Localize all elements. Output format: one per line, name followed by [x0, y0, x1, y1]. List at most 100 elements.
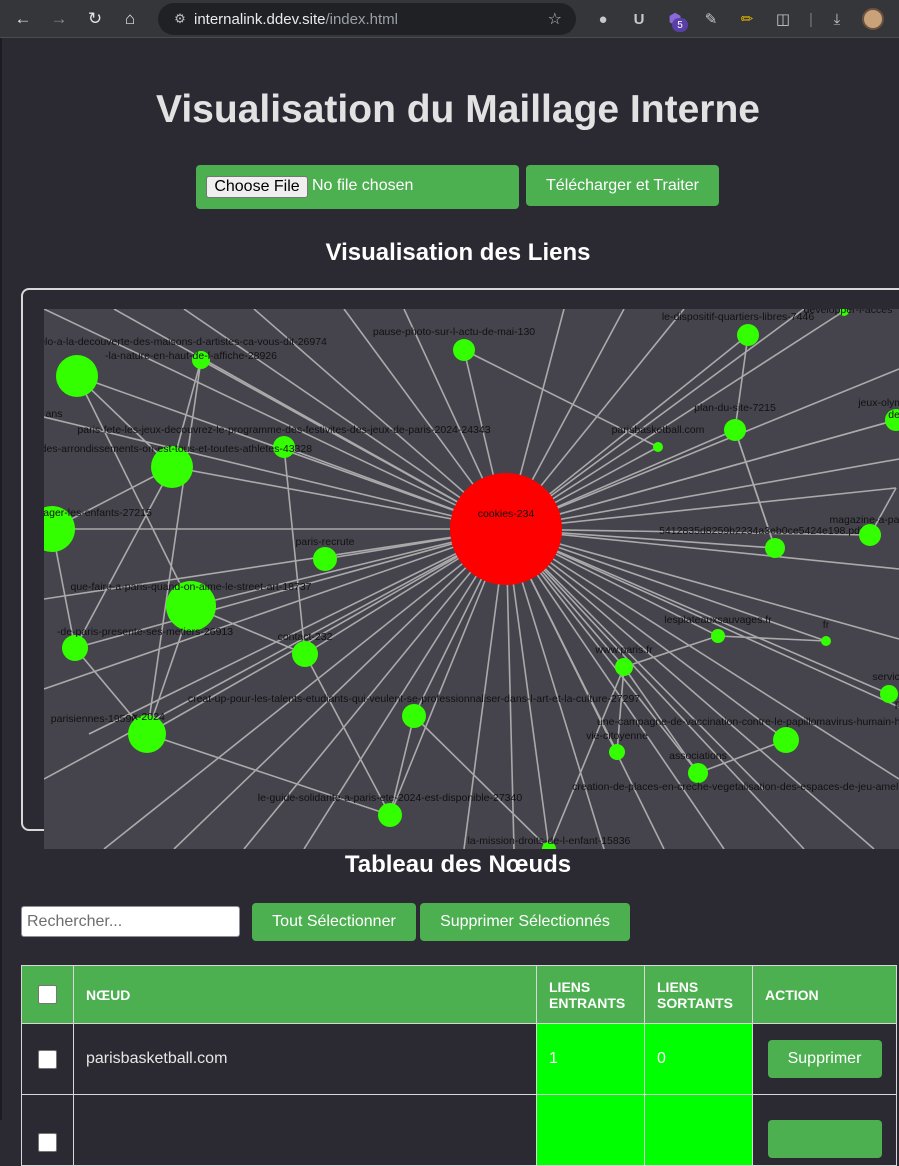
eyedropper-extension-icon[interactable]: ✎ [696, 0, 726, 38]
header-incoming-links[interactable]: Liens Entrants [536, 965, 645, 1024]
header-select-all[interactable] [21, 965, 74, 1024]
graph-node[interactable] [773, 727, 799, 753]
node-label: la-mission-droits-de-l-enfant-15836 [468, 835, 631, 847]
css-extension-icon[interactable]: ✏ [732, 0, 762, 38]
node-label: pause-photo-sur-l-actu-de-mai-130 [373, 326, 535, 338]
graph-node[interactable] [737, 324, 759, 346]
table-section-title: Tableau des Nœuds [344, 851, 572, 878]
header-node[interactable]: Nœud [73, 965, 537, 1024]
delete-selected-button[interactable]: Supprimer Sélectionnés [420, 903, 630, 941]
node-label: creat-up-pour-les-talents-etudiants-qui-… [188, 693, 640, 705]
node-label: creation-de-places-en-creche-vegetalisat… [572, 781, 899, 793]
graph-section-title: Visualisation des Liens [325, 239, 591, 266]
graph-link [505, 528, 890, 695]
incoming-count: 1 [536, 1023, 645, 1095]
node-label: ide-a-velo-a-la-decouverte-des-maisons-d… [44, 336, 327, 348]
browser-toolbar: ← → ↻ ⌂ ⚙ internalink.ddev.site/index.ht… [0, 0, 899, 38]
node-label: des-cours-d [888, 409, 899, 421]
node-label: lesplateauxsauvages.fr [664, 614, 772, 626]
url-host: internalink.ddev.site [194, 10, 326, 28]
bookmark-star-icon[interactable]: ☆ [548, 9, 562, 29]
node-label: s-des-arrondissements-on-est-tous-et-tou… [44, 443, 312, 455]
node-label: vie-citoyenne [586, 730, 648, 742]
node-label: parisiennes-19596 [51, 713, 138, 725]
header-outgoing-links[interactable]: Liens Sortants [644, 965, 753, 1024]
back-icon[interactable]: ← [7, 0, 39, 38]
downloads-icon[interactable]: ⤓ [822, 0, 852, 38]
outgoing-count [644, 1094, 753, 1166]
node-label: paris-fete-les-jeux-decouvrez-le-program… [77, 424, 490, 436]
u-extension-icon[interactable]: U [624, 0, 654, 38]
graph-node[interactable] [615, 658, 633, 676]
file-status: No file chosen [312, 177, 414, 194]
upload-button[interactable]: Télécharger et Traiter [526, 165, 719, 206]
graph-node[interactable] [402, 704, 426, 728]
file-input[interactable]: Choose File No file chosen [196, 165, 519, 209]
node-label: pl [895, 698, 899, 710]
camera-extension-icon[interactable]: ● [588, 0, 618, 38]
choose-file-button[interactable]: Choose File [206, 176, 308, 198]
table-row: parisbasketball.com 1 0 Supprimer [21, 1023, 897, 1095]
address-bar[interactable]: ⚙ internalink.ddev.site/index.html ☆ [158, 3, 576, 35]
extensions-puzzle-icon[interactable]: ◫ [768, 0, 798, 38]
graph-node[interactable] [765, 538, 785, 558]
header-action: Action [752, 965, 897, 1024]
node-label: oyager-les-enfants-27215 [44, 507, 152, 519]
graph-link [44, 528, 507, 690]
select-all-button[interactable]: Tout Sélectionner [252, 903, 416, 941]
node-label: que-faire-a-paris-quand-on-aime-le-stree… [70, 581, 311, 593]
graph-node[interactable] [292, 641, 318, 667]
page-title: Visualisation du Maillage Interne [156, 88, 760, 131]
node-name [73, 1094, 537, 1166]
graph-node[interactable] [56, 355, 98, 397]
nodes-table: Nœud Liens Entrants Liens Sortants Actio… [21, 965, 897, 1166]
home-icon[interactable]: ⌂ [114, 0, 146, 38]
site-info-icon[interactable]: ⚙ [166, 11, 194, 27]
graph-link [505, 310, 845, 530]
graph-node[interactable] [859, 524, 881, 546]
graph-node[interactable] [821, 636, 831, 646]
node-label: 5412835d8259b2234a3eb0ce5424e198.pdf [659, 525, 863, 537]
node-label: fr [823, 619, 830, 631]
graph-node[interactable] [711, 629, 725, 643]
window-edge [0, 38, 2, 1120]
search-input[interactable] [21, 906, 240, 937]
incoming-count [536, 1094, 645, 1166]
node-label: contact-232 [278, 631, 333, 643]
graph-link [44, 528, 507, 780]
graph-node[interactable] [62, 635, 88, 661]
graph-node[interactable] [688, 763, 708, 783]
graph-link [505, 419, 897, 530]
action-cell: Supprimer [752, 1023, 897, 1095]
node-name: parisbasketball.com [73, 1023, 537, 1095]
link-graph[interactable]: cookies-234 pause-photo-sur-l-actu-de-mai… [44, 309, 899, 849]
graph-node[interactable] [378, 803, 402, 827]
delete-row-button[interactable]: Supprimer [767, 1040, 882, 1078]
node-label: service [872, 671, 899, 683]
graph-node[interactable] [724, 419, 746, 441]
table-header-row: Nœud Liens Entrants Liens Sortants Actio… [21, 965, 897, 1024]
node-label: le-guide-solidarite-a-paris-ete-2024-est… [258, 792, 523, 804]
node-label: une-campagne-de-vaccination-contre-le-pa… [597, 716, 899, 728]
row-checkbox[interactable] [38, 1133, 57, 1152]
graph-node[interactable] [609, 744, 625, 760]
graph-node[interactable] [453, 339, 475, 361]
profile-avatar[interactable] [862, 8, 884, 30]
graph-link [505, 528, 899, 780]
graph-link [717, 635, 827, 642]
hub-node[interactable] [450, 473, 562, 585]
node-label: plan-du-site-7215 [694, 402, 776, 414]
action-cell [752, 1094, 897, 1166]
node-label: paris-recrute [296, 536, 355, 548]
node-label: -x-2024 [129, 711, 165, 723]
graph-svg[interactable]: cookies-234 pause-photo-sur-l-actu-de-mai… [44, 309, 899, 849]
extension-badge: 5 [672, 18, 688, 32]
delete-row-button[interactable] [767, 1120, 882, 1158]
select-all-checkbox[interactable] [38, 985, 57, 1004]
graph-link [74, 466, 173, 649]
forward-icon[interactable]: → [43, 0, 75, 38]
reload-icon[interactable]: ↻ [79, 0, 111, 38]
graph-node[interactable] [313, 547, 337, 571]
row-checkbox[interactable] [38, 1049, 57, 1069]
graph-node[interactable] [653, 442, 663, 452]
